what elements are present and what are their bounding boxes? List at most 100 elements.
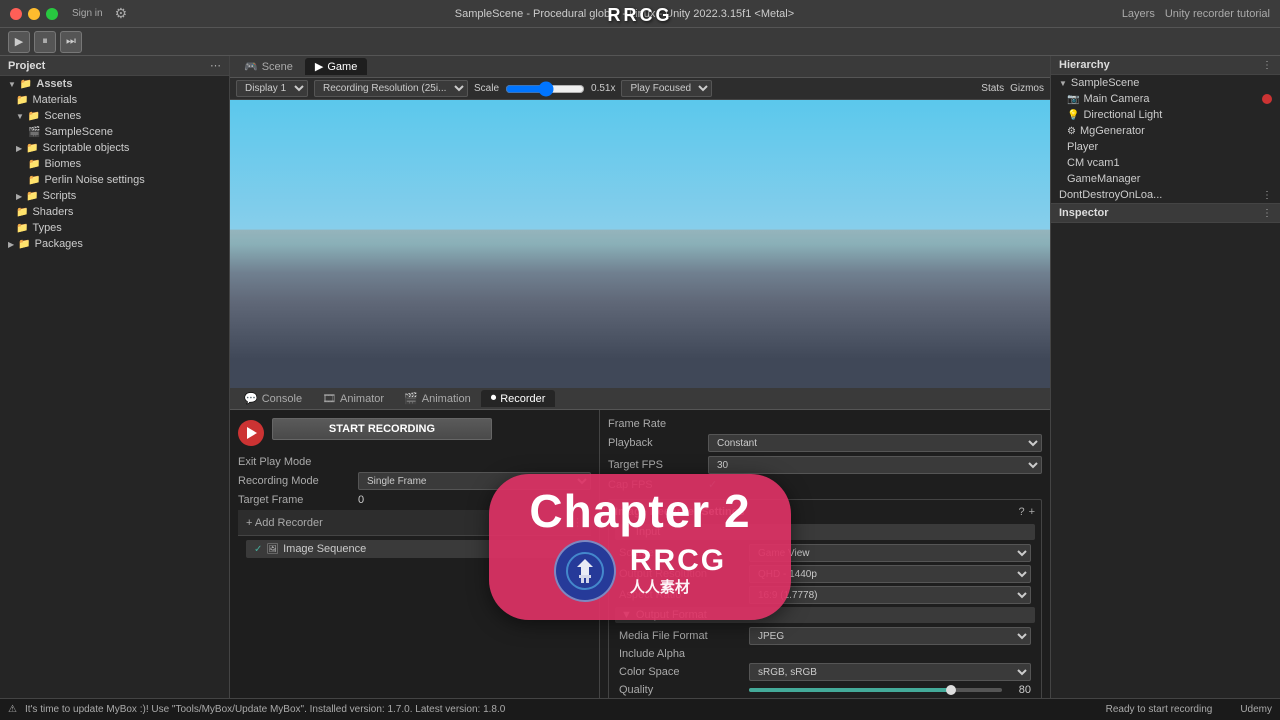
dont-destroy-options[interactable]: ⋮ [1262,190,1272,201]
aspect-ratio-label: Aspect Ratio [619,589,749,601]
hierarchy-main-camera[interactable]: 📷 Main Camera [1051,91,1280,107]
recorder-options-icon[interactable]: ⋮ [572,516,583,529]
pause-button[interactable]: ⏸ [34,31,56,53]
expand-icon: ▼ [8,80,16,89]
project-options-icon[interactable]: ⋯ [210,59,221,72]
tab-scene[interactable]: 🎮 Scene [234,58,303,75]
packages-expand-icon: ▶ [8,240,14,249]
start-recording-button[interactable]: START RECORDING [272,418,492,440]
scriptable-label: Scriptable objects [43,142,130,154]
recorder-item-image-sequence[interactable]: ✓ 🖼 Image Sequence [246,540,583,558]
main-toolbar: ▶ ⏸ ⏭ [0,28,1280,56]
settings-icon[interactable]: ⚙ [115,5,128,22]
recorder-icon: ⏺ [491,392,497,405]
scripts-folder-icon: 📁 [26,191,38,202]
gizmos-btn[interactable]: Gizmos [1010,83,1044,94]
source-select[interactable]: Game View [749,544,1031,562]
types-label: Types [32,222,61,234]
sidebar-item-biomes[interactable]: 📁 Biomes [0,156,229,172]
scenes-expand-icon: ▼ [16,112,24,121]
minimize-button[interactable] [28,8,40,20]
close-button[interactable] [10,8,22,20]
target-fps-select[interactable]: 30 [708,456,1042,474]
color-space-select[interactable]: sRGB, sRGB [749,663,1031,681]
hierarchy-cm-vcam1[interactable]: CM vcam1 [1051,155,1280,171]
image-icon: 🖼 [266,544,279,555]
recorder-settings-panel: Image Recorder Settings ? + ▼ Input Sour… [608,499,1042,698]
maximize-button[interactable] [46,8,58,20]
packages-label: Packages [35,238,83,250]
quality-slider-thumb[interactable] [946,685,956,695]
quality-slider-fill [749,688,951,692]
title-bar: Sign in ⚙ SampleScene - Procedural glob.… [0,0,1280,28]
aspect-ratio-select[interactable]: 16:9 (1.7778) [749,586,1031,604]
recording-resolution-dropdown[interactable]: Recording Resolution (25i... [314,80,468,97]
generator-icon: ⚙ [1067,126,1076,137]
project-title: Project [8,60,45,72]
playback-select[interactable]: Constant [708,434,1042,452]
layers-label: Layers [1122,8,1155,20]
camera-indicator [1262,94,1272,104]
console-icon: 💬 [244,392,258,405]
play-focused-dropdown[interactable]: Play Focused [621,80,712,97]
sidebar-item-scriptable[interactable]: ▶ 📁 Scriptable objects [0,140,229,156]
target-frame-label: Target Frame [238,494,358,506]
tab-game[interactable]: ▶ Game [305,58,367,75]
hierarchy-dont-destroy[interactable]: DontDestroyOnLoa... ⋮ [1051,187,1280,203]
sidebar-item-assets[interactable]: ▼ 📁 Assets [0,76,229,92]
sidebar-item-materials[interactable]: 📁 Materials [0,92,229,108]
inspector-title: Inspector [1059,207,1109,219]
source-label: Source [619,547,749,559]
play-button[interactable]: ▶ [8,31,30,53]
hierarchy-options-icon[interactable]: ⋮ [1262,60,1272,71]
scriptable-folder-icon: 📁 [26,143,38,154]
mg-generator-label: MgGenerator [1080,125,1145,137]
hierarchy-player[interactable]: Player [1051,139,1280,155]
aspect-ratio-row: Aspect Ratio 16:9 (1.7778) [615,586,1035,604]
display-dropdown[interactable]: Display 1 [236,80,308,97]
tab-animator[interactable]: 🎞 Animator [312,390,394,407]
scenes-label: Scenes [44,110,81,122]
sidebar-item-samplescene[interactable]: 🎬 SampleScene [0,124,229,140]
add-recorder-button[interactable]: + Add Recorder [246,517,323,529]
hierarchy-mg-generator[interactable]: ⚙ MgGenerator [1051,123,1280,139]
play-triangle [247,427,257,439]
tab-animation[interactable]: 🎬 Animation [394,390,481,407]
scene-file-icon: 🎬 [28,127,40,138]
scale-value: 0.51x [591,83,615,94]
media-file-select[interactable]: JPEG [749,627,1031,645]
hierarchy-directional-light[interactable]: 💡 Directional Light [1051,107,1280,123]
exit-play-mode-row: Exit Play Mode [238,456,591,468]
inspector-options-icon[interactable]: ⋮ [1262,208,1272,219]
warning-icon: ⚠ [8,704,17,715]
output-resolution-select[interactable]: QHD - 1440p [749,565,1031,583]
sidebar-item-packages[interactable]: ▶ 📁 Packages [0,236,229,252]
stats-btn[interactable]: Stats [981,83,1004,94]
tab-console[interactable]: 💬 Console [234,390,312,407]
sidebar-item-scenes[interactable]: ▼ 📁 Scenes [0,108,229,124]
sidebar-item-types[interactable]: 📁 Types [0,220,229,236]
image-sequence-label: Image Sequence [283,543,366,555]
step-button[interactable]: ⏭ [60,31,82,53]
include-alpha-row: Include Alpha [615,648,1035,660]
hierarchy-game-manager[interactable]: GameManager [1051,171,1280,187]
playback-row: Playback Constant [608,434,1042,452]
terrain-svg [230,100,1050,388]
game-manager-label: GameManager [1067,173,1140,185]
tab-recorder[interactable]: ⏺ Recorder [481,390,556,407]
sidebar-item-shaders[interactable]: 📁 Shaders [0,204,229,220]
settings-add-icon[interactable]: + [1029,506,1035,518]
settings-help-icon[interactable]: ? [1018,506,1024,518]
ready-label: Ready to start recording [1106,704,1213,715]
right-sidebar: Hierarchy ⋮ ▼ SampleScene 📷 Main Camera … [1050,56,1280,698]
recording-mode-select[interactable]: Single Frame [358,472,591,490]
sidebar-item-perlin[interactable]: 📁 Perlin Noise settings [0,172,229,188]
scale-label: Scale [474,83,499,94]
sign-in-label[interactable]: Sign in [72,8,103,19]
hierarchy-samplescene[interactable]: ▼ SampleScene [1051,75,1280,91]
materials-folder-icon: 📁 [16,95,28,106]
sidebar-item-scripts[interactable]: ▶ 📁 Scripts [0,188,229,204]
target-fps-row: Target FPS 30 [608,456,1042,474]
scale-slider[interactable] [505,83,585,95]
packages-folder-icon: 📁 [18,239,30,250]
